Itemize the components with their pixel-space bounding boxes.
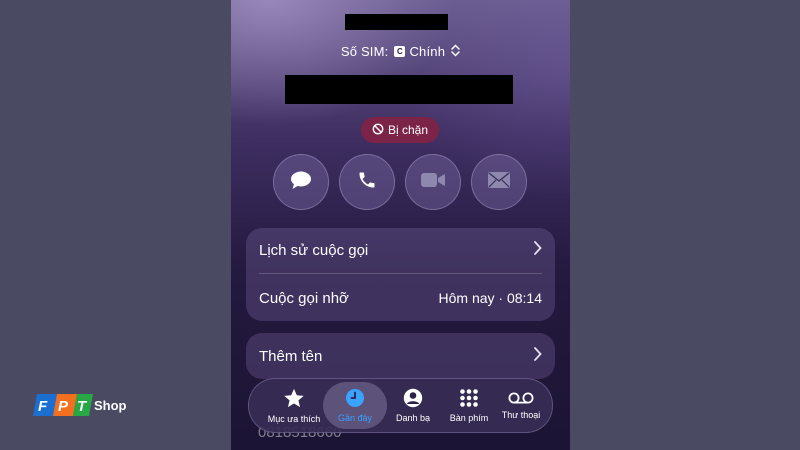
voicemail-icon [508, 391, 534, 407]
blocked-label: Bị chặn [387, 123, 429, 137]
blocked-badge: Bị chặn [361, 117, 439, 143]
add-name-row[interactable]: Thêm tên [259, 346, 542, 366]
svg-text:Shop: Shop [94, 398, 127, 413]
missed-call-time: Hôm nay · 08:14 [438, 290, 543, 306]
tab-label: Danh bạ [395, 413, 431, 423]
divider [259, 273, 542, 274]
sim-badge: C [394, 46, 406, 58]
quick-actions [273, 154, 529, 210]
tab-contacts[interactable]: Danh bạ [383, 379, 443, 432]
sim-label: Số SIM: [340, 44, 389, 60]
missed-call-label: Cuộc gọi nhỡ [259, 289, 349, 307]
tab-bar: Mục ưa thích Gần đây Danh bạ Bàn phím Th… [248, 378, 553, 433]
tab-label: Gần đây [337, 413, 373, 423]
video-button[interactable] [405, 154, 461, 210]
tab-label: Mục ưa thích [267, 413, 321, 424]
contact-icon [403, 388, 423, 410]
redacted-name [345, 14, 448, 30]
chevron-right-icon [533, 240, 542, 260]
tab-label: Thư thoại [501, 410, 541, 420]
chevron-up-down-icon [451, 44, 460, 60]
phone-screen: Số SIM: C Chính Bị chặn Lịch sử cuộc gọi… [231, 0, 570, 450]
star-icon [283, 388, 305, 411]
svg-text:P: P [58, 398, 69, 415]
tab-voicemail[interactable]: Thư thoại [495, 379, 547, 432]
tab-favorites[interactable]: Mục ưa thích [257, 379, 331, 432]
tab-label: Bàn phím [449, 413, 489, 423]
mail-icon [487, 171, 511, 194]
phone-icon [357, 170, 377, 195]
call-details-card: Lịch sử cuộc gọi Cuộc gọi nhỡ Hôm nay · … [246, 228, 555, 321]
block-icon [372, 123, 384, 138]
missed-call-row: Cuộc gọi nhỡ Hôm nay · 08:14 [259, 288, 542, 308]
mail-button[interactable] [471, 154, 527, 210]
clock-icon [345, 388, 365, 410]
tab-recents[interactable]: Gần đây [323, 379, 387, 432]
redacted-number [285, 75, 513, 104]
call-button[interactable] [339, 154, 395, 210]
tab-keypad[interactable]: Bàn phím [439, 379, 499, 432]
add-name-label: Thêm tên [259, 347, 323, 365]
call-history-row[interactable]: Lịch sử cuộc gọi [259, 240, 542, 260]
video-icon [420, 171, 446, 194]
message-button[interactable] [273, 154, 329, 210]
keypad-icon [459, 388, 479, 410]
message-icon [290, 170, 312, 195]
sim-selector[interactable]: Số SIM: C Chính [231, 43, 570, 60]
add-name-card[interactable]: Thêm tên [246, 333, 555, 379]
fptshop-logo: F P T Shop [33, 392, 133, 416]
sim-value: Chính [409, 44, 446, 60]
chevron-right-icon [533, 346, 542, 366]
svg-text:F: F [38, 398, 48, 415]
call-history-label: Lịch sử cuộc gọi [259, 241, 369, 259]
